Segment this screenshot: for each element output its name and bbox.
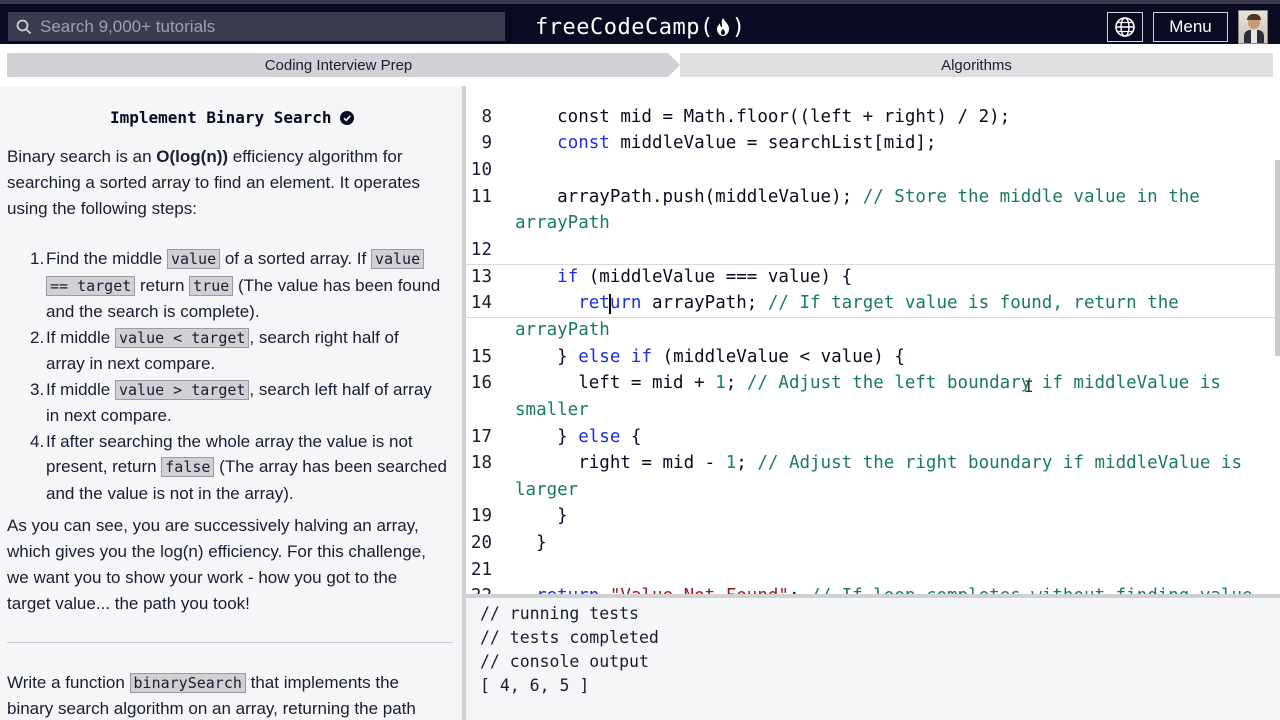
code-line: 19 } [470,506,568,526]
challenge-title: Implement Binary Search [110,108,354,127]
code-editor[interactable]: 8 const mid = Math.floor((left + right) … [466,86,1280,594]
console-line: // tests completed [480,628,659,647]
code-line: 8 const mid = Math.floor((left + right) … [481,107,1011,127]
list-item: 1. Find the middle value of a sorted arr… [30,249,441,321]
task-paragraph: Write a function binarySearch that imple… [7,673,416,718]
list-item: 4. If after searching the whole array th… [30,431,447,503]
magnifier-icon [8,19,40,35]
console-line: // console output [480,652,649,671]
avatar[interactable] [1238,10,1268,44]
code-line-wrap: arrayPath [515,213,610,233]
globe-icon [1115,17,1135,37]
code-line: 16 left = mid + 1; // Adjust the left bo… [470,373,1221,393]
instructions-panel: Implement Binary Search Binary search is… [0,86,462,720]
top-nav: freeCodeCamp () Menu [0,0,1280,44]
divider [7,642,453,643]
menu-button[interactable]: Menu [1153,12,1228,42]
search-input[interactable] [40,16,480,37]
breadcrumb: Coding Interview Prep Algorithms [0,44,1280,86]
code-line-wrap: arrayPath [515,320,610,340]
console-line: [ 4, 6, 5 ] [480,676,590,695]
code-line: 18 right = mid - 1; // Adjust the right … [470,453,1242,473]
flame-icon: () [699,14,746,40]
intro-paragraph: Binary search is an O(log(n)) efficiency… [7,147,420,218]
mouse-ibeam-icon: I [1024,377,1034,396]
code-line: 9 const middleValue = searchList[mid]; [481,133,937,153]
code-line: 10 [470,160,492,180]
search-bar[interactable] [8,12,505,41]
code-line: 14 return arrayPath; // If target value … [470,293,1179,313]
console-output: // running tests // tests completed // c… [466,594,1280,720]
editor-scrollbar[interactable] [1275,160,1280,356]
breadcrumb-coding-interview-prep[interactable]: Coding Interview Prep [7,53,680,77]
code-line: 23} [466,583,1280,594]
code-line: 21 [470,560,492,580]
text-cursor [609,294,611,314]
language-button[interactable] [1107,12,1143,42]
logo-text: freeCodeCamp [535,14,700,40]
code-line: 22 return "Value Not Found"; // If loop … [466,556,1280,594]
breadcrumb-algorithms[interactable]: Algorithms [680,53,1273,77]
list-item: 2. If middle value < target, search righ… [30,327,399,373]
code-line-wrap: larger [515,480,579,500]
code-line: 12 [470,240,492,260]
code-line-wrap: smaller [515,400,589,420]
console-line: // running tests [480,604,639,623]
explanation-paragraph: As you can see, you are successively hal… [7,516,426,613]
code-line: 13 if (middleValue === value) { [470,267,853,287]
steps-list: 1. Find the middle value of a sorted arr… [30,246,458,506]
code-line: 15 } else if (middleValue < value) { [470,347,905,367]
site-logo[interactable]: freeCodeCamp () [535,12,745,42]
list-item: 3. If middle value > target, search left… [30,379,432,425]
code-line: 20 } [470,533,547,553]
code-line: 17 } else { [470,427,642,447]
check-circle-icon [339,110,354,125]
code-line: 11 arrayPath.push(middleValue); // Store… [470,187,1200,207]
